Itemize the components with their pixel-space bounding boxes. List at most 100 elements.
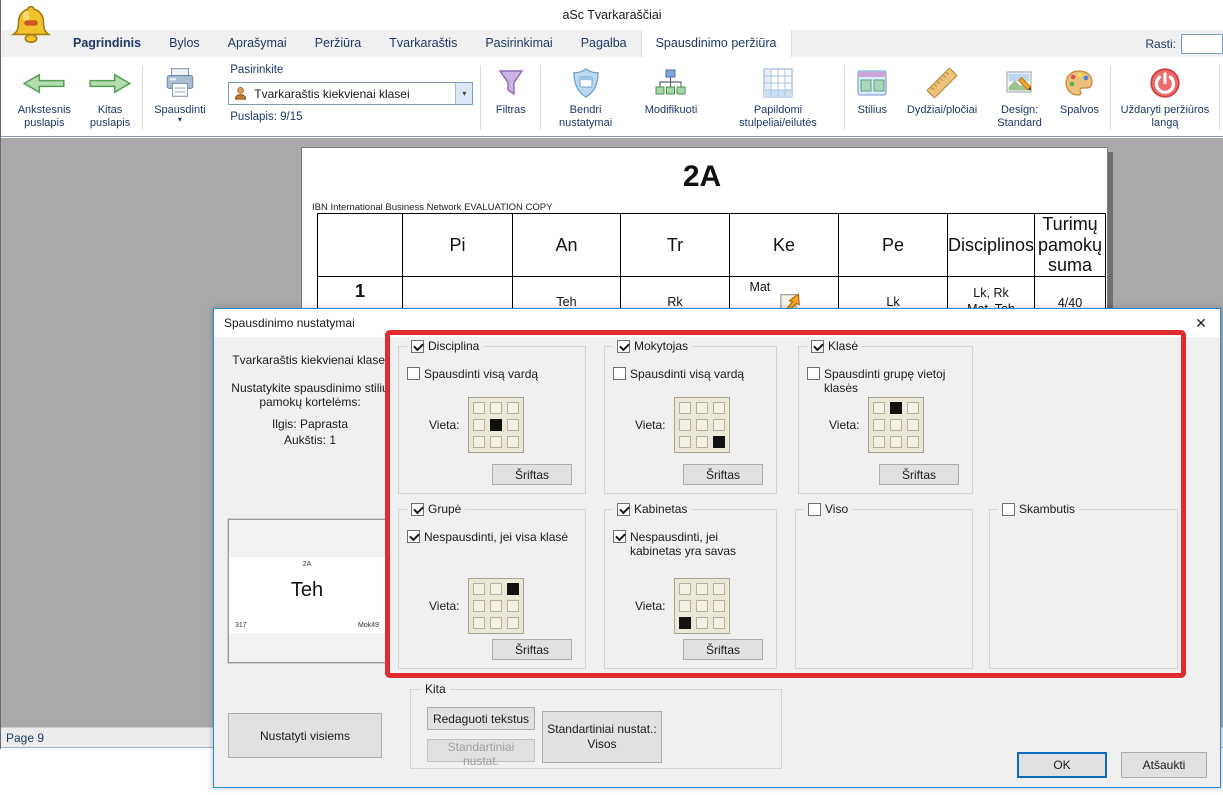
dialog-instruction: Nustatykite spausdinimo stiliųpamokų kor… [220,381,400,409]
klase-font-button[interactable]: Šriftas [879,464,959,485]
defaults-all-button[interactable]: Standartiniai nustat.:Visos [542,711,662,763]
grid-icon [762,65,794,101]
ruler-icon [925,65,959,101]
ribbon-separator [1110,65,1111,130]
length-setting: Ilgis: Paprasta [220,417,400,431]
mokytojas-fullname-checkbox[interactable] [613,367,626,380]
find-label: Rasti: [1145,37,1176,51]
card-teacher: Mok49 [358,622,379,629]
ok-button[interactable]: OK [1017,752,1107,778]
edit-texts-button[interactable]: Redaguoti tekstus [427,707,535,730]
prev-page-button[interactable]: Ankstesnis puslapis [7,61,82,134]
extra-columns-button[interactable]: Papildomi stulpeliai/eilutės [715,61,841,134]
group-mokytojas: Mokytojas Spausdinti visą vardą Vieta: Š… [604,346,777,494]
next-page-button[interactable]: Kitas puslapis [82,61,139,134]
grupe-position-grid[interactable] [468,578,524,634]
grupe-checkbox[interactable] [411,503,424,516]
ribbon-separator [1219,65,1220,130]
modify-button[interactable]: Modifikuoti [627,61,715,134]
shield-icon [570,65,602,101]
print-button[interactable]: Spausdinti ▾ [146,61,215,134]
header-suma: Turimųpamokųsuma [1035,214,1106,277]
defaults-button: Standartiniai nustat. [427,739,535,762]
set-for-all-button[interactable]: Nustatyti visiems [228,713,382,758]
ribbon-separator [844,65,845,130]
skambutis-checkbox[interactable] [1002,503,1015,516]
header-an: An [513,214,621,277]
header-pi: Pi [403,214,513,277]
disciplina-fullname-checkbox[interactable] [407,367,420,380]
app-bell-icon[interactable] [9,4,53,50]
group-grupe: Grupė Nespausdinti, jei visa klasė Vieta… [398,509,586,669]
select-caption: Pasirinkite [230,64,477,76]
disciplina-position-grid[interactable] [468,397,524,453]
dialog-title-bar[interactable]: Spausdinimo nustatymai ✕ [214,309,1220,337]
colors-button[interactable]: Spalvos [1052,61,1107,134]
dialog-title: Spausdinimo nustatymai [224,309,1220,337]
funnel-icon [495,65,527,101]
disciplina-font-button[interactable]: Šriftas [492,464,572,485]
kabinetas-font-button[interactable]: Šriftas [683,639,763,660]
dropdown-arrow-button[interactable]: ▾ [455,83,472,104]
kabinetas-position-grid[interactable] [674,578,730,634]
tab-pasirinkimai[interactable]: Pasirinkimai [471,30,566,57]
design-button[interactable]: Design: Standard [987,61,1052,134]
mokytojas-checkbox[interactable] [617,340,630,353]
cancel-button[interactable]: Atšaukti [1121,752,1207,778]
find-input[interactable] [1181,34,1223,54]
tab-bylos[interactable]: Bylos [155,30,214,57]
header-disciplinos: Disciplinos [948,214,1035,277]
title-bar: aSc Tvarkaraščiai [1,0,1223,30]
filter-button[interactable]: Filtras [484,61,537,134]
status-page-label: Page 9 [6,728,44,748]
close-preview-button[interactable]: Uždaryti peržiūros langą [1114,61,1216,134]
print-settings-dialog: Spausdinimo nustatymai ✕ Tvarkaraštis ki… [213,308,1221,788]
timetable-header-row: Pi An Tr Ke Pe Disciplinos Turimųpamokųs… [318,214,1106,277]
grupe-font-button[interactable]: Šriftas [492,639,572,660]
tab-aprasymai[interactable]: Aprašymai [214,30,301,57]
card-preview: 2A Teh 317 Mok49 [228,519,386,663]
group-viso: Viso [795,509,973,669]
hierarchy-icon [654,65,687,101]
disciplina-checkbox[interactable] [411,340,424,353]
klase-group-checkbox[interactable] [807,367,820,380]
dialog-close-icon[interactable]: ✕ [1188,311,1214,335]
teacher-icon [233,86,248,101]
mokytojas-position-grid[interactable] [674,397,730,453]
tab-spausdinimo-perziura[interactable]: Spausdinimo peržiūra [641,30,792,57]
ribbon-toolbar: Ankstesnis puslapis Kitas puslapis [1,57,1223,137]
mokytojas-font-button[interactable]: Šriftas [683,464,763,485]
evaluation-watermark: IBN International Business Network EVALU… [312,202,552,213]
timetable-select-block: Pasirinkite Tvarkaraštis kiekvienai klas… [214,61,477,134]
tab-perziura[interactable]: Peržiūra [301,30,376,57]
print-dropdown-caret[interactable]: ▾ [178,117,182,123]
arrow-right-icon [89,65,131,101]
tab-pagrindinis[interactable]: Pagrindinis [59,30,155,57]
tab-pagalba[interactable]: Pagalba [567,30,641,57]
style-button[interactable]: Stilius [848,61,897,134]
height-setting: Aukštis: 1 [220,433,400,447]
grupe-skip-checkbox[interactable] [407,530,420,543]
header-pe: Pe [839,214,948,277]
class-title: 2A [317,160,1087,194]
find-box: Rasti: [1145,30,1223,57]
general-settings-button[interactable]: Bendri nustatymai [544,61,626,134]
timetable-type-dropdown[interactable]: Tvarkaraštis kiekvienai klasei ▾ [228,82,473,105]
tab-tvarkarastis[interactable]: Tvarkaraštis [375,30,471,57]
sizes-widths-button[interactable]: Dydžiai/pločiai [897,61,987,134]
viso-checkbox[interactable] [808,503,821,516]
klase-position-grid[interactable] [868,397,924,453]
klase-checkbox[interactable] [811,340,824,353]
page-indicator: Puslapis: 9/15 [230,111,302,123]
group-skambutis: Skambutis [989,509,1178,669]
ribbon-separator [480,65,481,130]
group-kita: Kita Redaguoti tekstus Standartiniai nus… [410,689,782,769]
screen: aSc Tvarkaraščiai Pagrindinis Bylos Apra… [0,0,1223,795]
group-klase: Klasė Spausdinti grupę vietoj klasės Vie… [798,346,973,494]
kabinetas-skip-checkbox[interactable] [613,530,626,543]
power-icon [1148,65,1182,101]
style-panels-icon [856,65,888,101]
kabinetas-checkbox[interactable] [617,503,630,516]
group-kabinetas: Kabinetas Nespausdinti, jei kabinetas yr… [604,509,777,669]
ribbon-separator [540,65,541,130]
